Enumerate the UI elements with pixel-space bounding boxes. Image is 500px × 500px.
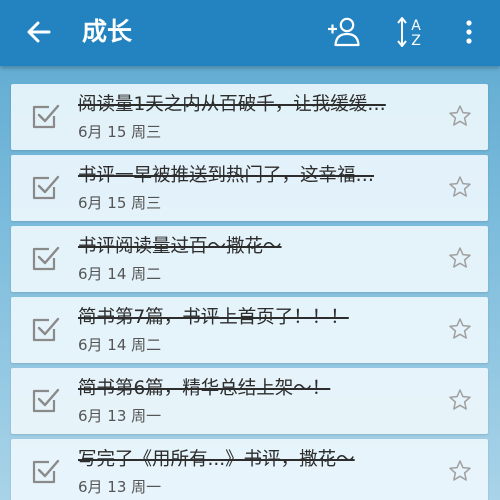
star-button[interactable] [448,104,472,128]
task-item[interactable]: 写完了《用所有...》书评，撒花～ 6月 13 周一 [11,439,488,500]
star-button[interactable] [448,317,472,341]
star-outline-icon [449,389,471,410]
task-title: 写完了《用所有...》书评，撒花～ [78,449,355,470]
task-title: 简书第6篇，精华总结上架～！ [78,378,331,399]
task-item[interactable]: 书评阅读量过百～撒花～ 6月 14 周二 [11,226,488,292]
more-vertical-icon [466,20,472,44]
sort-button[interactable]: A Z [396,14,426,50]
task-checkbox[interactable] [31,386,61,416]
task-item[interactable]: 简书第6篇，精华总结上架～！ 6月 13 周一 [11,368,488,434]
task-date: 6月 15 周三 [78,123,162,141]
more-options-button[interactable] [460,14,478,50]
checkbox-checked-icon [32,388,60,413]
task-checkbox[interactable] [31,173,61,203]
checkbox-checked-icon [32,246,60,271]
checkbox-checked-icon [32,459,60,484]
task-date: 6月 13 周一 [78,478,162,496]
star-outline-icon [449,460,471,481]
star-button[interactable] [448,459,472,483]
checkbox-checked-icon [32,175,60,200]
task-date: 6月 14 周二 [78,265,162,283]
task-checkbox[interactable] [31,244,61,274]
checkbox-checked-icon [32,317,60,342]
task-date: 6月 14 周二 [78,336,162,354]
task-title: 阅读量1天之内从百破千，让我缓缓… [78,94,386,115]
star-outline-icon [449,247,471,268]
task-checkbox[interactable] [31,457,61,487]
task-title: 书评阅读量过百～撒花～ [78,236,282,257]
task-item[interactable]: 简书第7篇，书评上首页了！！！ 6月 14 周二 [11,297,488,363]
sort-glyph-a: A [411,18,421,34]
star-outline-icon [449,105,471,126]
sort-glyph-z: Z [411,33,421,49]
person-plus-icon [328,17,360,47]
sort-alpha-icon: A Z [397,17,421,49]
task-title: 简书第7篇，书评上首页了！！！ [78,307,349,328]
task-title: 书评一早被推送到热门了，这幸福… [78,165,375,186]
star-button[interactable] [448,246,472,270]
task-item[interactable]: 书评一早被推送到热门了，这幸福… 6月 15 周三 [11,155,488,221]
task-date: 6月 15 周三 [78,194,162,212]
star-button[interactable] [448,175,472,199]
task-checkbox[interactable] [31,102,61,132]
task-date: 6月 13 周一 [78,407,162,425]
star-outline-icon [449,176,471,197]
arrow-left-icon [27,21,51,43]
back-button[interactable] [22,15,56,49]
task-item[interactable]: 阅读量1天之内从百破千，让我缓缓… 6月 15 周三 [11,84,488,150]
toolbar: 成长 A Z [0,0,500,66]
star-outline-icon [449,318,471,339]
task-checkbox[interactable] [31,315,61,345]
add-user-button[interactable] [326,14,360,50]
star-button[interactable] [448,388,472,412]
checkbox-checked-icon [32,104,60,129]
page-title: 成长 [82,17,133,46]
